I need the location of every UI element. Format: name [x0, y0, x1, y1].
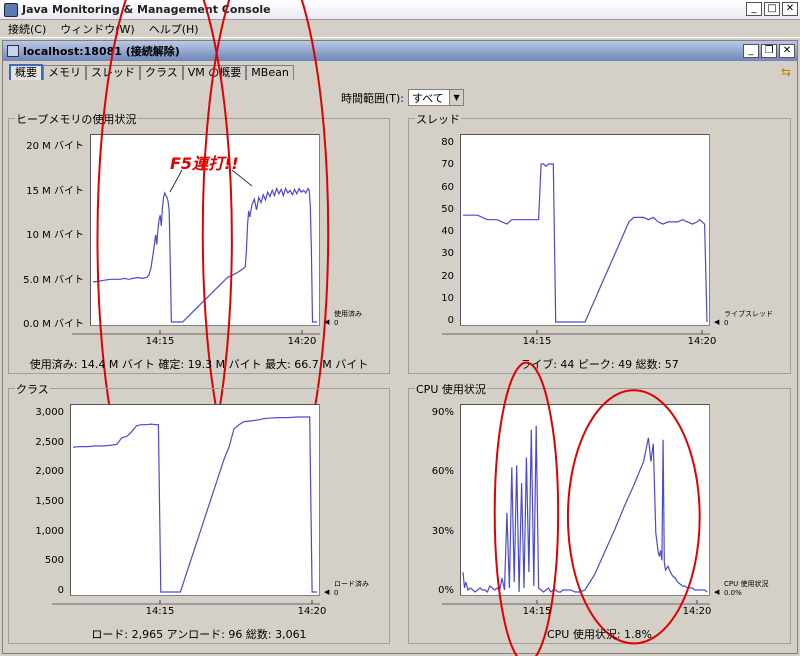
classes-y-tick-label: 1,000: [35, 525, 64, 537]
maximize-button[interactable]: □: [764, 2, 780, 16]
cpu-usage-summary: CPU 使用状況: 1.8%: [546, 628, 652, 641]
menu-bar: 接続(C) ウィンドウ(W) ヘルプ(H): [0, 20, 800, 38]
legend-entry: 0: [334, 589, 339, 597]
threads-y-tick-label: 50: [441, 203, 454, 215]
classes-x-tick-label: 14:20: [297, 606, 327, 617]
heap-memory-x-tick-label: 14:20: [287, 336, 317, 347]
legend-marker-icon: ◀: [714, 588, 720, 596]
heap-memory-legend: 使用済み 0: [334, 310, 362, 328]
threads-y-tick-label: 20: [441, 270, 454, 282]
threads-y-tick-label: 70: [441, 159, 454, 171]
legend-marker-icon: ◀: [714, 318, 720, 326]
tab-threads[interactable]: スレッド: [86, 65, 140, 80]
classes-plot-area: [70, 404, 320, 596]
time-range-label: 時間範囲(T):: [341, 91, 405, 105]
threads-legend: ライブスレッド 0: [724, 310, 773, 328]
internal-frame-titlebar: localhost:18081 (接続解除) _ ❐ ✕: [3, 41, 797, 61]
threads-x-tick-label: 14:15: [522, 336, 552, 347]
connection-status-icon: ⇆: [780, 65, 791, 79]
cpu-usage-plot-area: [460, 404, 710, 596]
heap-memory-summary: 使用済み: 14.4 M バイト 確定: 19.3 M バイト 最大: 66.7…: [29, 358, 369, 371]
classes-y-tick-label: 2,000: [35, 466, 64, 478]
heap-memory-y-tick-label: 5.0 M バイト: [23, 274, 84, 286]
cpu-usage-y-tick-label: 90%: [431, 407, 454, 418]
heap-memory-y-tick-label: 20 M バイト: [26, 141, 84, 152]
connection-title: localhost:18081 (接続解除): [23, 45, 180, 58]
tab-mbean[interactable]: MBean: [246, 65, 294, 80]
menu-window[interactable]: ウィンドウ(W): [60, 21, 134, 37]
threads-plot-area: [460, 134, 710, 326]
cpu-usage-title: CPU 使用状況: [415, 381, 487, 397]
classes-title: クラス: [15, 381, 50, 397]
minimize-button[interactable]: _: [746, 2, 762, 16]
window-titlebar: Java Monitoring & Management Console _ □…: [0, 0, 800, 20]
java-app-icon: [4, 2, 18, 17]
threads-x-tick-label: 14:20: [687, 336, 717, 347]
cpu-usage-legend: CPU 使用状況 0.0%: [724, 580, 768, 598]
classes-y-tick-label: 0: [57, 585, 64, 596]
time-range-select[interactable]: すべて ▼: [408, 89, 465, 106]
heap-memory-y-tick-label: 0.0 M バイト: [23, 319, 84, 330]
tab-bar: 概要 メモリ スレッド クラス VM の概要 MBean: [9, 64, 294, 80]
legend-entry: 0: [724, 319, 729, 327]
cpu-usage-y-tick-label: 0%: [438, 585, 454, 596]
tab-overview[interactable]: 概要: [9, 64, 43, 80]
menu-connect[interactable]: 接続(C): [8, 21, 46, 37]
heap-memory-y-tick-label: 15 M バイト: [26, 185, 84, 197]
cpu-usage-x-tick-label: 14:15: [522, 606, 552, 617]
threads-y-tick-label: 40: [441, 226, 454, 237]
classes-y-tick-label: 1,500: [35, 496, 64, 507]
time-range-value: すべて: [412, 91, 444, 105]
classes-y-tick-label: 500: [44, 555, 64, 567]
cpu-usage-y-tick-label: 30%: [431, 525, 454, 537]
legend-entry: 0.0%: [724, 589, 742, 597]
threads-y-tick-label: 30: [441, 248, 454, 260]
classes-summary: ロード: 2,965 アンロード: 96 総数: 3,061: [91, 628, 307, 641]
cpu-usage-y-tick-label: 60%: [431, 466, 454, 478]
legend-marker-icon: ◀: [324, 588, 330, 596]
threads-title: スレッド: [415, 111, 461, 127]
legend-entry: ロード済み: [334, 580, 369, 588]
tab-vm-summary[interactable]: VM の概要: [182, 65, 247, 80]
tab-memory[interactable]: メモリ: [43, 65, 86, 80]
heap-memory-title: ヒープメモリの使用状況: [15, 111, 138, 127]
menu-help[interactable]: ヘルプ(H): [149, 21, 199, 37]
tab-classes[interactable]: クラス: [140, 65, 183, 80]
threads-y-tick-label: 10: [441, 292, 454, 304]
frame-close-button[interactable]: ✕: [779, 44, 795, 58]
chevron-down-icon: ▼: [449, 90, 464, 105]
time-range-control: 時間範囲(T): すべて ▼: [341, 89, 465, 106]
f5-annotation: F5連打!!: [170, 154, 239, 173]
frame-restore-button[interactable]: ❐: [761, 44, 777, 58]
close-button[interactable]: ✕: [782, 2, 798, 16]
legend-entry: 0: [334, 319, 339, 327]
threads-summary: ライブ: 44 ピーク: 49 総数: 57: [520, 358, 679, 371]
frame-minimize-button[interactable]: _: [743, 44, 759, 58]
classes-y-tick-label: 3,000: [35, 407, 64, 418]
classes-legend: ロード済み 0: [334, 580, 369, 598]
window-title: Java Monitoring & Management Console: [22, 3, 271, 16]
legend-entry: ライブスレッド: [724, 310, 773, 318]
threads-y-tick-label: 80: [441, 137, 454, 148]
cpu-usage-x-tick-label: 14:20: [682, 606, 712, 617]
legend-entry: 使用済み: [334, 310, 362, 318]
classes-x-tick-label: 14:15: [145, 606, 175, 617]
threads-y-tick-label: 60: [441, 181, 454, 193]
legend-marker-icon: ◀: [324, 318, 330, 326]
threads-y-tick-label: 0: [447, 315, 454, 326]
legend-entry: CPU 使用状況: [724, 580, 769, 588]
classes-y-tick-label: 2,500: [35, 436, 64, 448]
heap-memory-x-tick-label: 14:15: [145, 336, 175, 347]
frame-icon: [7, 45, 19, 57]
heap-memory-y-tick-label: 10 M バイト: [26, 230, 84, 241]
